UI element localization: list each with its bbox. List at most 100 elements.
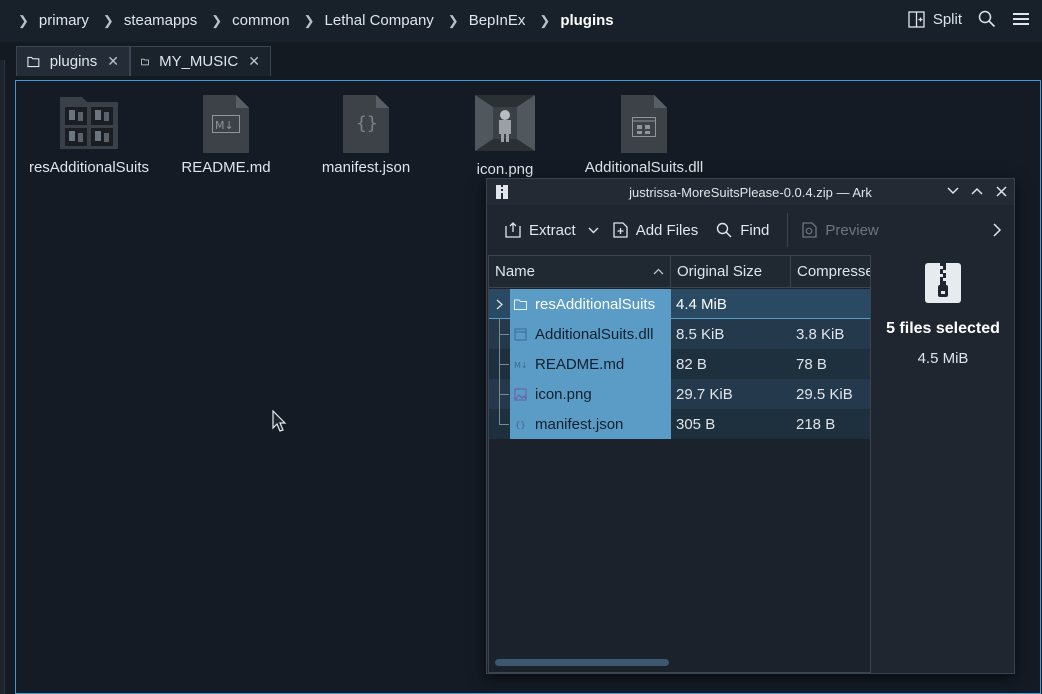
row-original-size: 29.7 KiB — [676, 385, 733, 403]
breadcrumb-item-primary[interactable]: primary — [39, 12, 89, 29]
chevron-right-icon[interactable] — [992, 222, 1002, 238]
image-thumbnail — [475, 95, 535, 151]
row-name-cell: {} manifest.json — [510, 409, 671, 439]
file-item-additionalsuits-dll[interactable]: AdditionalSuits.dll — [574, 95, 714, 176]
column-header-original-size[interactable]: Original Size — [671, 256, 791, 288]
markdown-file-icon: M↓ — [514, 361, 527, 370]
file-name: icon.png — [476, 161, 534, 178]
row-name: resAdditionalSuits — [535, 295, 656, 313]
maximize-button[interactable] — [970, 183, 984, 199]
folder-icon — [141, 58, 149, 65]
column-header-compressed[interactable]: Compresse — [791, 256, 871, 288]
archive-contents-table[interactable]: Name Original Size Compresse resAddition… — [488, 255, 871, 673]
row-original-size: 305 B — [676, 415, 716, 433]
close-icon — [995, 185, 1007, 197]
ark-titlebar[interactable]: justrissa-MoreSuitsPlease-0.0.4.zip — Ar… — [487, 179, 1014, 205]
folder-icon — [514, 299, 527, 310]
column-header-label: Name — [495, 263, 536, 280]
file-name: manifest.json — [321, 159, 411, 176]
chevron-right-icon: ❯ — [303, 12, 315, 28]
ark-window: justrissa-MoreSuitsPlease-0.0.4.zip — Ar… — [486, 178, 1015, 674]
file-name: README.md — [181, 159, 271, 176]
ark-toolbar: Extract Add Files Find Preview — [487, 205, 1014, 255]
table-row[interactable]: AdditionalSuits.dll 8.5 KiB 3.8 KiB — [489, 319, 870, 349]
file-item-manifest[interactable]: {} manifest.json — [311, 95, 421, 176]
row-original-size: 8.5 KiB — [676, 325, 725, 343]
row-name-cell: icon.png — [510, 379, 671, 409]
tab-my-music[interactable]: MY_MUSIC ✕ — [130, 46, 271, 76]
chevron-right-icon: ❯ — [18, 12, 29, 28]
row-name: icon.png — [535, 385, 592, 403]
tab-bar: plugins ✕ MY_MUSIC ✕ — [16, 46, 271, 76]
breadcrumb: ❯ primary ❯ steamapps ❯ common ❯ Lethal … — [18, 12, 628, 29]
chevron-right-icon[interactable] — [496, 299, 503, 310]
extract-label: Extract — [529, 221, 576, 239]
toolbar-separator — [787, 213, 789, 247]
file-name: AdditionalSuits.dll — [584, 159, 704, 176]
row-original-size: 82 B — [676, 355, 707, 373]
breadcrumb-item-plugins[interactable]: plugins — [560, 12, 613, 29]
file-item-readme[interactable]: M↓ README.md — [176, 95, 276, 176]
hamburger-menu-icon[interactable] — [1012, 11, 1030, 27]
add-file-icon — [613, 222, 628, 238]
row-name-cell: AdditionalSuits.dll — [510, 319, 671, 349]
location-bar: ❯ primary ❯ steamapps ❯ common ❯ Lethal … — [0, 0, 1042, 42]
svg-text:{}: {} — [515, 421, 526, 431]
tab-label: plugins — [49, 53, 98, 70]
row-compressed-size: 3.8 KiB — [796, 325, 845, 343]
chevron-right-icon: ❯ — [211, 12, 223, 28]
horizontal-scrollbar[interactable] — [495, 659, 669, 666]
chevron-right-icon: ❯ — [539, 12, 551, 28]
breadcrumb-item-lethal-company[interactable]: Lethal Company — [325, 12, 434, 29]
row-name: AdditionalSuits.dll — [535, 325, 654, 343]
chevron-down-icon — [588, 227, 599, 233]
search-icon — [717, 222, 732, 238]
file-item-resadditionalsuits[interactable]: resAdditionalSuits — [24, 95, 154, 176]
close-button[interactable] — [994, 183, 1008, 199]
minimize-button[interactable] — [946, 183, 960, 199]
table-row[interactable]: icon.png 29.7 KiB 29.5 KiB — [489, 379, 870, 409]
extract-menu-button[interactable] — [588, 227, 599, 234]
split-button[interactable]: Split — [908, 11, 962, 28]
tab-plugins[interactable]: plugins ✕ — [16, 46, 130, 76]
close-icon[interactable]: ✕ — [248, 53, 260, 70]
zip-archive-icon — [925, 263, 961, 303]
places-panel-edge — [0, 60, 5, 694]
tab-label: MY_MUSIC — [159, 53, 239, 70]
close-icon[interactable]: ✕ — [107, 53, 119, 70]
selection-size: 4.5 MiB — [917, 350, 969, 367]
row-compressed-size: 29.5 KiB — [796, 385, 853, 403]
row-name: manifest.json — [535, 415, 624, 433]
breadcrumb-item-common[interactable]: common — [232, 12, 290, 29]
chevron-up-icon — [971, 187, 983, 195]
window-title: justrissa-MoreSuitsPlease-0.0.4.zip — Ar… — [629, 184, 872, 200]
row-original-size: 4.4 MiB — [676, 295, 727, 313]
selection-info-panel: 5 files selected 4.5 MiB — [872, 255, 1014, 367]
column-header-name[interactable]: Name — [489, 256, 671, 288]
find-button[interactable]: Find — [716, 222, 769, 239]
svg-text:M↓: M↓ — [215, 119, 234, 132]
column-header-label: Compresse — [797, 263, 871, 280]
mouse-cursor-icon — [272, 410, 287, 432]
sort-ascending-icon — [653, 268, 664, 275]
preview-label: Preview — [825, 221, 879, 239]
chevron-right-icon: ❯ — [447, 12, 459, 28]
search-icon[interactable] — [978, 10, 996, 28]
split-button-label: Split — [932, 10, 962, 28]
table-row[interactable]: resAdditionalSuits 4.4 MiB — [489, 289, 870, 319]
add-files-button[interactable]: Add Files — [613, 222, 698, 239]
extract-button[interactable]: Extract — [505, 222, 576, 239]
preview-button[interactable]: Preview — [802, 221, 879, 239]
file-name: resAdditionalSuits — [28, 159, 150, 176]
breadcrumb-item-steamapps[interactable]: steamapps — [124, 12, 197, 29]
selection-count: 5 files selected — [886, 320, 1000, 337]
svg-text:M↓: M↓ — [514, 361, 527, 370]
breadcrumb-item-bepinex[interactable]: BepInEx — [469, 12, 526, 29]
markdown-file-icon: M↓ — [203, 95, 249, 153]
find-label: Find — [740, 221, 770, 239]
table-row[interactable]: {} manifest.json 305 B 218 B — [489, 409, 870, 439]
row-name: README.md — [535, 355, 625, 373]
file-item-icon-png[interactable]: icon.png — [460, 95, 550, 178]
column-header-label: Original Size — [677, 263, 763, 280]
table-row[interactable]: M↓ README.md 82 B 78 B — [489, 349, 870, 379]
